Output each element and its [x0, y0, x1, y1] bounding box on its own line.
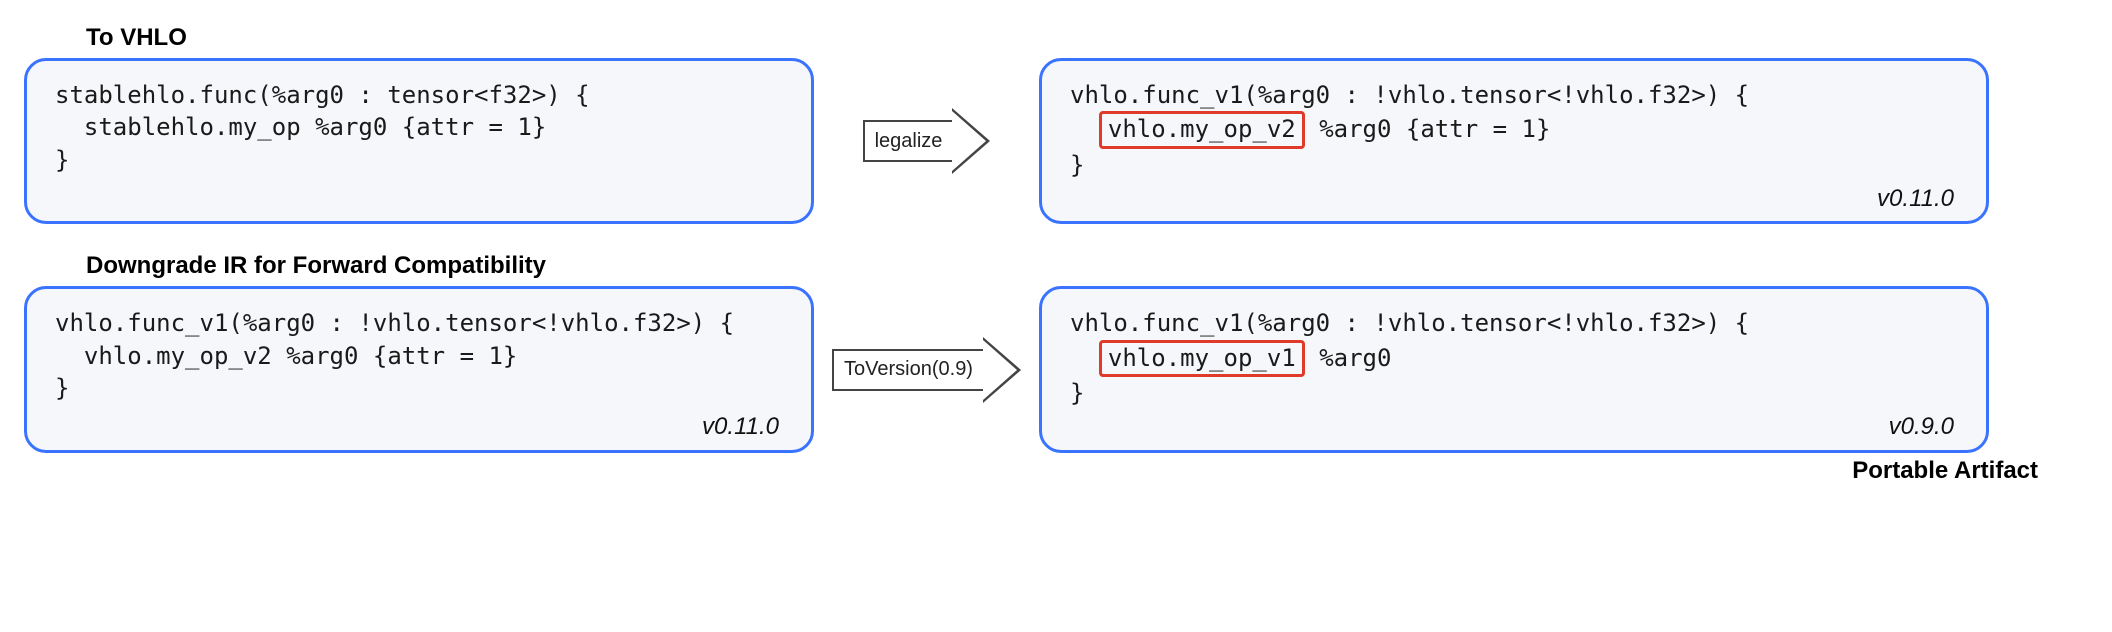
code-line: stablehlo.my_op %arg0 {attr = 1} — [55, 113, 546, 141]
code-content: vhlo.func_v1(%arg0 : !vhlo.tensor<!vhlo.… — [1070, 79, 1958, 181]
code-content: stablehlo.func(%arg0 : tensor<f32>) { st… — [55, 79, 783, 181]
arrow-toversion: ToVersion(0.9) — [814, 286, 1039, 452]
code-content: vhlo.func_v1(%arg0 : !vhlo.tensor<!vhlo.… — [1070, 307, 1958, 409]
version-tag: v0.11.0 — [1070, 183, 1958, 215]
code-box-vhlo-output: vhlo.func_v1(%arg0 : !vhlo.tensor<!vhlo.… — [1039, 58, 1989, 224]
code-line: vhlo.func_v1(%arg0 : !vhlo.tensor<!vhlo.… — [1070, 309, 1749, 337]
code-line: } — [55, 146, 69, 174]
code-line: vhlo.func_v1(%arg0 : !vhlo.tensor<!vhlo.… — [1070, 81, 1749, 109]
row-2: vhlo.func_v1(%arg0 : !vhlo.tensor<!vhlo.… — [24, 286, 2088, 452]
section-title-downgrade: Downgrade IR for Forward Compatibility — [86, 252, 2088, 280]
section-downgrade: Downgrade IR for Forward Compatibility v… — [24, 252, 2088, 484]
version-tag: v0.11.0 — [55, 411, 783, 443]
row-1: stablehlo.func(%arg0 : tensor<f32>) { st… — [24, 58, 2088, 224]
code-line-rest: %arg0 — [1305, 344, 1392, 372]
code-line: vhlo.func_v1(%arg0 : !vhlo.tensor<!vhlo.… — [55, 309, 734, 337]
code-line: stablehlo.func(%arg0 : tensor<f32>) { — [55, 81, 590, 109]
arrow-shape: ToVersion(0.9) — [832, 337, 1021, 403]
code-line: } — [1070, 151, 1084, 179]
code-line: vhlo.my_op_v2 %arg0 {attr = 1} — [55, 342, 517, 370]
highlight-op-v1: vhlo.my_op_v1 — [1099, 340, 1305, 377]
arrow-head-icon — [952, 108, 990, 174]
code-content: vhlo.func_v1(%arg0 : !vhlo.tensor<!vhlo.… — [55, 307, 783, 409]
section-to-vhlo: To VHLO stablehlo.func(%arg0 : tensor<f3… — [24, 24, 2088, 224]
code-box-stablehlo-input: stablehlo.func(%arg0 : tensor<f32>) { st… — [24, 58, 814, 224]
arrow-shape: legalize — [863, 108, 991, 174]
code-box-vhlo-input: vhlo.func_v1(%arg0 : !vhlo.tensor<!vhlo.… — [24, 286, 814, 452]
arrow-legalize: legalize — [814, 58, 1039, 224]
arrow-head-icon — [983, 337, 1021, 403]
code-box-portable-artifact: vhlo.func_v1(%arg0 : !vhlo.tensor<!vhlo.… — [1039, 286, 1989, 452]
arrow-label: ToVersion(0.9) — [832, 349, 983, 391]
code-line: } — [1070, 379, 1084, 407]
highlight-op-v2: vhlo.my_op_v2 — [1099, 111, 1305, 148]
code-line-rest: %arg0 {attr = 1} — [1305, 115, 1551, 143]
version-tag: v0.9.0 — [1070, 411, 1958, 443]
section-title-to-vhlo: To VHLO — [86, 24, 2088, 52]
code-line: } — [55, 374, 69, 402]
version-tag — [55, 183, 783, 215]
footer-portable-artifact: Portable Artifact — [24, 457, 2038, 485]
arrow-label: legalize — [863, 120, 953, 162]
